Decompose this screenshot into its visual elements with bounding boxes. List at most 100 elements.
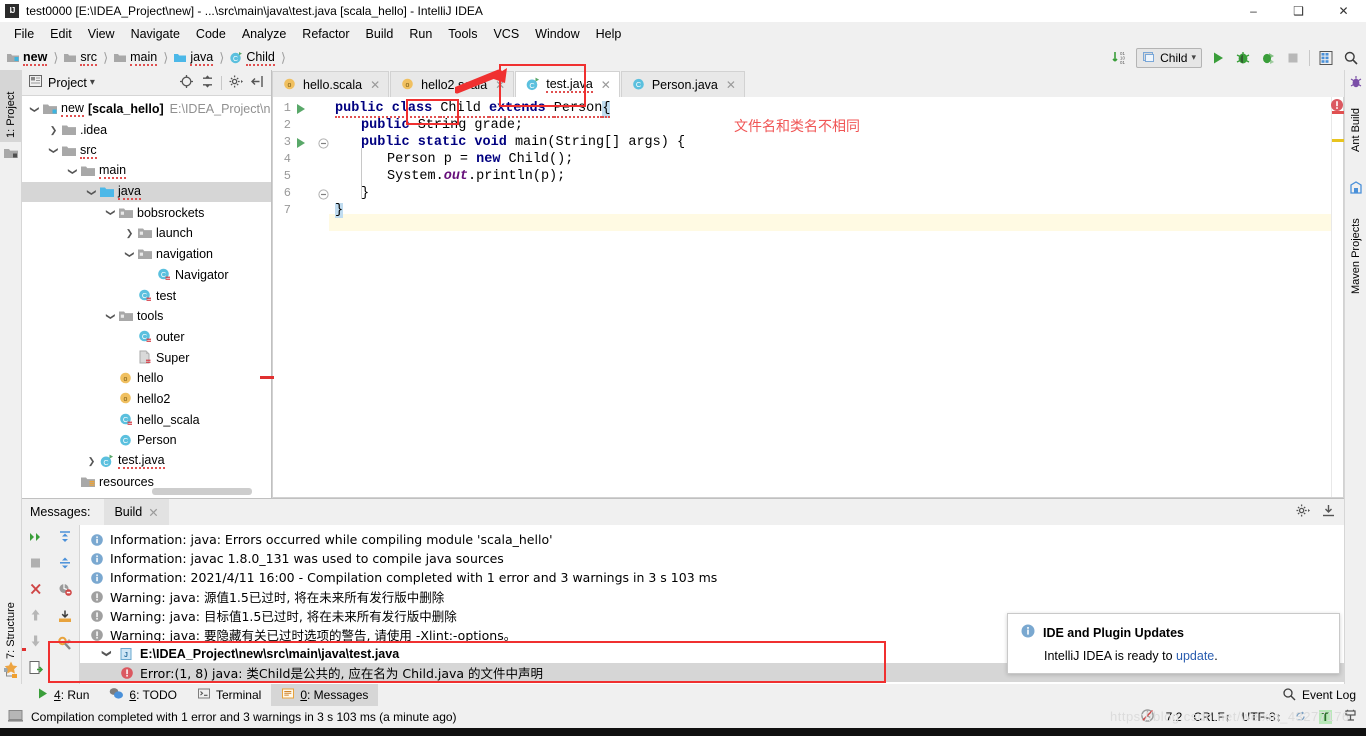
close-icon[interactable]: ✕ bbox=[726, 78, 736, 92]
breadcrumb-item-src[interactable]: src bbox=[63, 50, 98, 66]
code-line[interactable]: public class Child extends Person{ bbox=[335, 101, 611, 118]
tree-item-tools[interactable]: ❯ tools bbox=[22, 306, 271, 327]
chevron-right-icon[interactable]: ❯ bbox=[47, 124, 60, 137]
menu-tools[interactable]: Tools bbox=[440, 24, 485, 44]
menu-edit[interactable]: Edit bbox=[42, 24, 80, 44]
message-row[interactable]: Information: java: Errors occurred while… bbox=[80, 530, 1344, 549]
tree-item-super[interactable]: Super bbox=[22, 347, 271, 368]
editor-tab-bar[interactable]: o hello.scala ✕ o hello2.scala ✕ Ctest.java ✕ C P… bbox=[272, 70, 1344, 97]
hide-warnings-icon[interactable] bbox=[57, 582, 73, 600]
bottom-tab-run[interactable]: 4: Run bbox=[26, 684, 99, 706]
breadcrumb-item-new[interactable]: new bbox=[6, 50, 48, 66]
tree-item-test-java[interactable]: ❯ Ctest.java bbox=[22, 451, 271, 472]
tree-item-src[interactable]: ❯ src bbox=[22, 140, 271, 161]
code-line[interactable]: Person p = new Child(); bbox=[387, 152, 573, 167]
tree-item-bobsrockets[interactable]: ❯ bobsrockets bbox=[22, 202, 271, 223]
settings-gear-icon[interactable] bbox=[228, 74, 244, 92]
tree-item-hello[interactable]: o hello bbox=[22, 368, 271, 389]
target-icon[interactable] bbox=[179, 74, 194, 92]
menu-analyze[interactable]: Analyze bbox=[234, 24, 294, 44]
chevron-down-icon[interactable]: ❯ bbox=[104, 206, 117, 219]
project-tree[interactable]: ❯ new [scala_hello] E:\IDEA_Project\n ❯ .ide… bbox=[22, 96, 271, 496]
tree-item-test[interactable]: Ctest bbox=[22, 285, 271, 306]
down-arrow-icon[interactable] bbox=[28, 634, 44, 651]
bottom-tab-terminal[interactable]: Terminal bbox=[187, 684, 271, 706]
export-icon[interactable] bbox=[57, 609, 73, 627]
menu-run[interactable]: Run bbox=[401, 24, 440, 44]
editor-tab-hello2-scala[interactable]: o hello2.scala ✕ bbox=[390, 71, 515, 97]
chevron-down-icon[interactable]: ❯ bbox=[123, 248, 136, 261]
close-button[interactable]: ✕ bbox=[1321, 0, 1366, 22]
chevron-down-icon[interactable]: ❯ bbox=[47, 144, 60, 157]
search-icon[interactable] bbox=[1282, 687, 1296, 704]
expand-all-icon[interactable] bbox=[28, 530, 44, 547]
chevron-right-icon[interactable]: ❯ bbox=[85, 455, 98, 468]
status-window-icon[interactable] bbox=[8, 709, 23, 726]
menu-file[interactable]: File bbox=[6, 24, 42, 44]
tree-item-java[interactable]: ❯ java bbox=[22, 181, 271, 203]
menu-help[interactable]: Help bbox=[588, 24, 630, 44]
tree-item-outer[interactable]: Couter bbox=[22, 327, 271, 348]
event-log-label[interactable]: Event Log bbox=[1302, 688, 1356, 702]
chevron-down-icon[interactable]: ❯ bbox=[104, 310, 117, 323]
breadcrumb-item-java[interactable]: java bbox=[173, 50, 214, 66]
tree-item-hello2[interactable]: o hello2 bbox=[22, 389, 271, 410]
scroll-to-end-icon[interactable] bbox=[57, 556, 73, 573]
tree-item--idea[interactable]: ❯ .idea bbox=[22, 120, 271, 141]
warning-stripe-mark[interactable] bbox=[1332, 139, 1344, 142]
editor-tab-person-java[interactable]: C Person.java ✕ bbox=[620, 71, 745, 97]
menu-refactor[interactable]: Refactor bbox=[294, 24, 357, 44]
tree-item-navigation[interactable]: ❯ navigation bbox=[22, 244, 271, 265]
run-gutter-icon[interactable] bbox=[295, 137, 307, 152]
chevron-down-icon[interactable]: ❯ bbox=[66, 165, 79, 178]
run-icon[interactable] bbox=[1209, 49, 1227, 67]
sidebar-item-ant-build[interactable]: Ant Build bbox=[1345, 92, 1366, 156]
menu-build[interactable]: Build bbox=[358, 24, 402, 44]
sidebar-item-project[interactable]: 1: Project bbox=[0, 70, 22, 142]
search-icon[interactable] bbox=[1342, 49, 1360, 67]
sort-numeric-icon[interactable]: 01 10 01 bbox=[1111, 49, 1129, 67]
run-coverage-icon[interactable] bbox=[1259, 49, 1277, 67]
menu-navigate[interactable]: Navigate bbox=[123, 24, 188, 44]
chevron-down-icon[interactable]: ▾ bbox=[90, 77, 95, 88]
tree-item-hello_scala[interactable]: Chello_scala bbox=[22, 409, 271, 430]
code-editor[interactable]: 1 2 3 4 5 6 7 文件名和类名不相同 public class Child ext… bbox=[272, 97, 1344, 498]
message-row[interactable]: Information: javac 1.8.0_131 was used to… bbox=[80, 549, 1344, 568]
message-row[interactable]: Warning: java: 源值1.5已过时, 将在未来所有发行版中删除 bbox=[80, 587, 1344, 606]
breadcrumb-item-child[interactable]: C Child bbox=[229, 50, 275, 66]
tree-item-launch[interactable]: ❯ launch bbox=[22, 223, 271, 244]
code-line[interactable]: System.out.println(p); bbox=[387, 169, 565, 184]
run-gutter-icon[interactable] bbox=[295, 103, 307, 118]
scroll-to-start-icon[interactable] bbox=[57, 530, 73, 547]
tree-item-new[interactable]: ❯ new [scala_hello] E:\IDEA_Project\n bbox=[22, 99, 271, 120]
sidebar-item-structure[interactable]: 7: Structure bbox=[0, 575, 22, 663]
hide-icon[interactable] bbox=[1321, 503, 1336, 521]
minimize-button[interactable]: – bbox=[1231, 0, 1276, 22]
settings-gear-icon[interactable] bbox=[1295, 503, 1311, 521]
close-icon[interactable] bbox=[28, 582, 44, 599]
chevron-right-icon[interactable]: ❯ bbox=[123, 227, 136, 240]
project-tree-hscrollbar[interactable] bbox=[152, 488, 252, 495]
bottom-tab-messages[interactable]: 0: Messages bbox=[271, 684, 379, 706]
chevron-down-icon[interactable]: ❯ bbox=[85, 186, 98, 199]
collapse-all-icon[interactable] bbox=[200, 74, 215, 92]
menu-window[interactable]: Window bbox=[527, 24, 587, 44]
bottom-tab-todo[interactable]: 6: TODO bbox=[99, 684, 187, 706]
open-in-editor-icon[interactable] bbox=[28, 660, 44, 678]
chevron-down-icon[interactable]: ❯ bbox=[28, 103, 41, 116]
editor-gutter[interactable]: 1 2 3 4 5 6 7 bbox=[273, 97, 329, 497]
menu-code[interactable]: Code bbox=[188, 24, 234, 44]
close-icon[interactable]: ✕ bbox=[148, 505, 158, 520]
messages-tab-build[interactable]: Build ✕ bbox=[104, 499, 169, 525]
debug-icon[interactable] bbox=[1234, 49, 1252, 67]
code-line[interactable]: } bbox=[335, 203, 344, 218]
editor-error-stripe[interactable] bbox=[1331, 97, 1344, 497]
tree-item-person[interactable]: C Person bbox=[22, 430, 271, 451]
project-structure-icon[interactable] bbox=[1317, 49, 1335, 67]
message-row[interactable]: Information: 2021/4/11 16:00 - Compilati… bbox=[80, 568, 1344, 587]
run-configuration-selector[interactable]: Child ▾ bbox=[1136, 47, 1202, 68]
code-line[interactable]: public static void main(String[] args) { bbox=[361, 135, 685, 150]
close-icon[interactable]: ✕ bbox=[370, 78, 380, 92]
notification-popup[interactable]: IDE and Plugin Updates IntelliJ IDEA is … bbox=[1007, 613, 1340, 674]
fold-toggle-icon[interactable] bbox=[318, 189, 329, 203]
